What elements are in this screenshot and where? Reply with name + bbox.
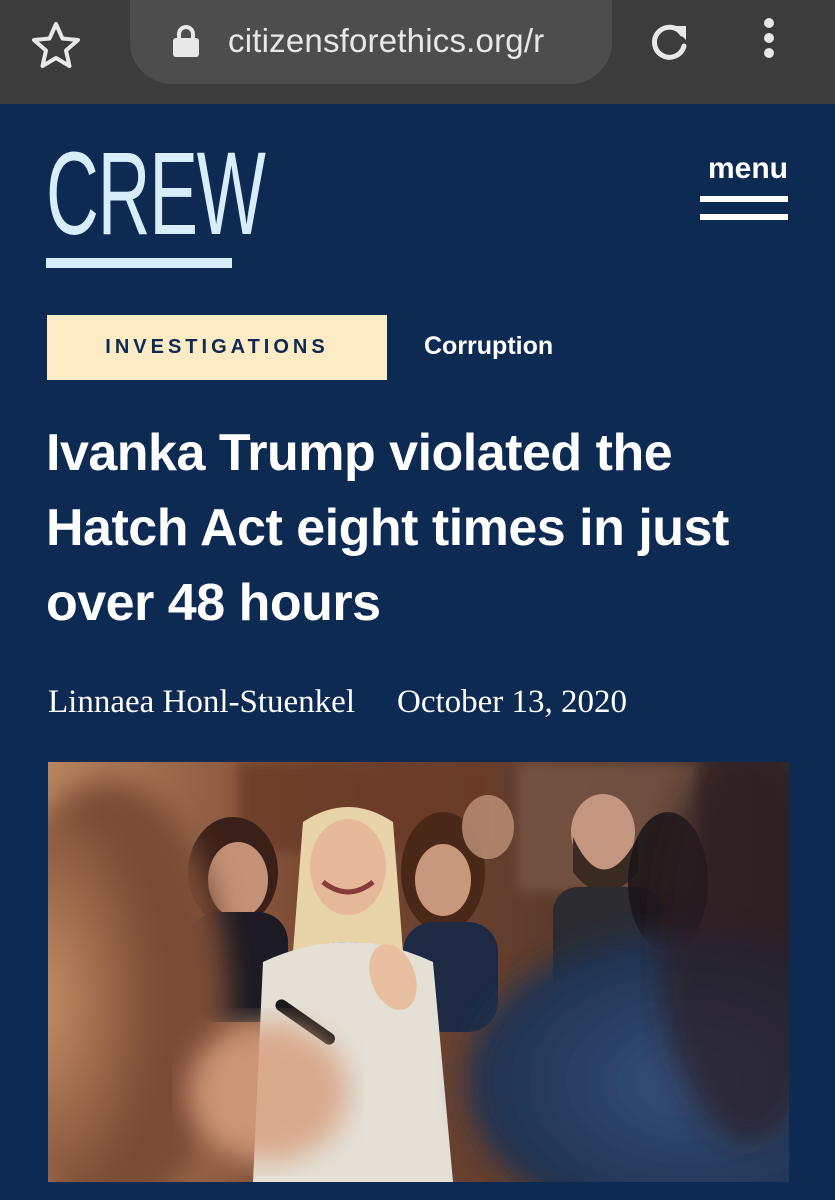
author-link[interactable]: Linnaea Honl-Stuenkel xyxy=(48,684,355,720)
article-headline: Ivanka Trump violated the Hatch Act eigh… xyxy=(46,424,729,632)
menu-label: menu xyxy=(707,152,788,185)
menu-icon-line xyxy=(700,214,788,220)
byline: Linnaea Honl-Stuenkel October 13, 2020 xyxy=(48,684,627,721)
url-fade xyxy=(572,0,612,84)
url-text: citizensforethics.org/r xyxy=(228,22,545,59)
address-bar[interactable]: citizensforethics.org/r xyxy=(130,0,612,84)
menu-button[interactable]: menu xyxy=(696,152,792,228)
crew-logo[interactable]: CREW xyxy=(46,128,266,270)
tag-corruption[interactable]: Corruption xyxy=(424,332,553,361)
logo-underline xyxy=(46,258,232,268)
hero-photo xyxy=(48,762,789,1182)
menu-icon-line xyxy=(700,196,788,202)
browser-toolbar: citizensforethics.org/r xyxy=(0,0,835,104)
more-vert-icon[interactable] xyxy=(752,14,786,76)
reload-icon[interactable] xyxy=(644,18,694,68)
logo-text: CREW xyxy=(46,128,266,260)
publish-date: October 13, 2020 xyxy=(397,684,628,720)
tag-investigations[interactable]: INVESTIGATIONS xyxy=(47,315,387,380)
lock-icon xyxy=(172,24,200,58)
star-icon[interactable] xyxy=(28,18,84,74)
